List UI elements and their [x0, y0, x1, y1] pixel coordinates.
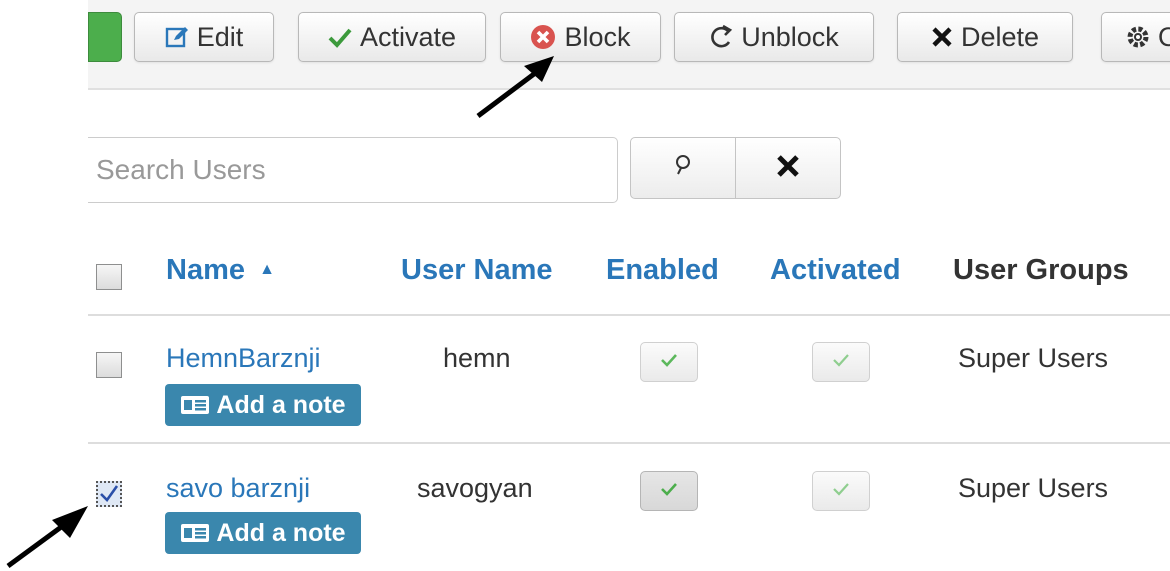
- column-groups-header: User Groups: [953, 254, 1129, 286]
- activated-toggle[interactable]: [812, 471, 870, 511]
- search-icon: [672, 153, 694, 184]
- search-button[interactable]: [630, 137, 736, 199]
- add-note-button[interactable]: Add a note: [165, 512, 361, 554]
- enabled-toggle[interactable]: [640, 471, 698, 511]
- column-username-header[interactable]: User Name: [401, 254, 553, 287]
- add-note-button[interactable]: Add a note: [165, 384, 361, 426]
- check-icon: [660, 353, 678, 372]
- gear-icon: [1126, 25, 1150, 49]
- unblock-label: Unblock: [741, 21, 839, 52]
- select-all-checkbox[interactable]: [96, 264, 122, 290]
- delete-button[interactable]: Delete: [897, 12, 1073, 62]
- check-icon: [832, 353, 850, 372]
- delete-icon: [931, 26, 953, 48]
- left-gutter: [0, 0, 88, 571]
- enabled-toggle[interactable]: [640, 342, 698, 382]
- check-icon: [832, 482, 850, 501]
- user-name-link[interactable]: HemnBarznji: [166, 343, 321, 374]
- new-button[interactable]: [88, 12, 122, 62]
- check-icon: [660, 482, 678, 501]
- column-name-label: Name: [166, 254, 245, 286]
- add-note-label: Add a note: [216, 390, 346, 419]
- username-cell: hemn: [443, 343, 511, 373]
- unblock-button[interactable]: Unblock: [674, 12, 874, 62]
- edit-label: Edit: [196, 21, 244, 52]
- groups-cell: Super Users: [958, 343, 1109, 373]
- edit-icon: [165, 25, 189, 49]
- username-cell: savogyan: [417, 473, 533, 503]
- column-enabled-header[interactable]: Enabled: [606, 254, 719, 287]
- close-icon: [776, 154, 800, 183]
- arrow-annotation: [6, 506, 88, 569]
- column-activated-header[interactable]: Activated: [770, 254, 901, 287]
- check-icon: [328, 26, 352, 48]
- unblock-icon: [709, 24, 733, 50]
- groups-cell: Super Users: [958, 473, 1109, 503]
- note-icon: [180, 523, 210, 543]
- row-divider: [88, 442, 1170, 444]
- user-name-link[interactable]: savo barznji: [166, 473, 310, 504]
- search-input[interactable]: [88, 137, 618, 203]
- sort-asc-icon: ▲: [259, 261, 275, 278]
- options-button[interactable]: O: [1101, 12, 1170, 62]
- row-checkbox[interactable]: [96, 352, 122, 378]
- checkmark-icon: [100, 485, 119, 503]
- column-name-header[interactable]: Name ▲: [166, 254, 275, 287]
- activated-toggle[interactable]: [812, 342, 870, 382]
- activate-button[interactable]: Activate: [298, 12, 486, 62]
- clear-search-button[interactable]: [735, 137, 841, 199]
- activate-label: Activate: [359, 21, 457, 52]
- delete-label: Delete: [960, 21, 1040, 52]
- edit-button[interactable]: Edit: [134, 12, 274, 62]
- note-icon: [180, 395, 210, 415]
- arrow-annotation: [476, 56, 554, 118]
- header-divider: [88, 314, 1170, 316]
- options-label: O: [1158, 22, 1170, 53]
- add-note-label: Add a note: [216, 518, 346, 547]
